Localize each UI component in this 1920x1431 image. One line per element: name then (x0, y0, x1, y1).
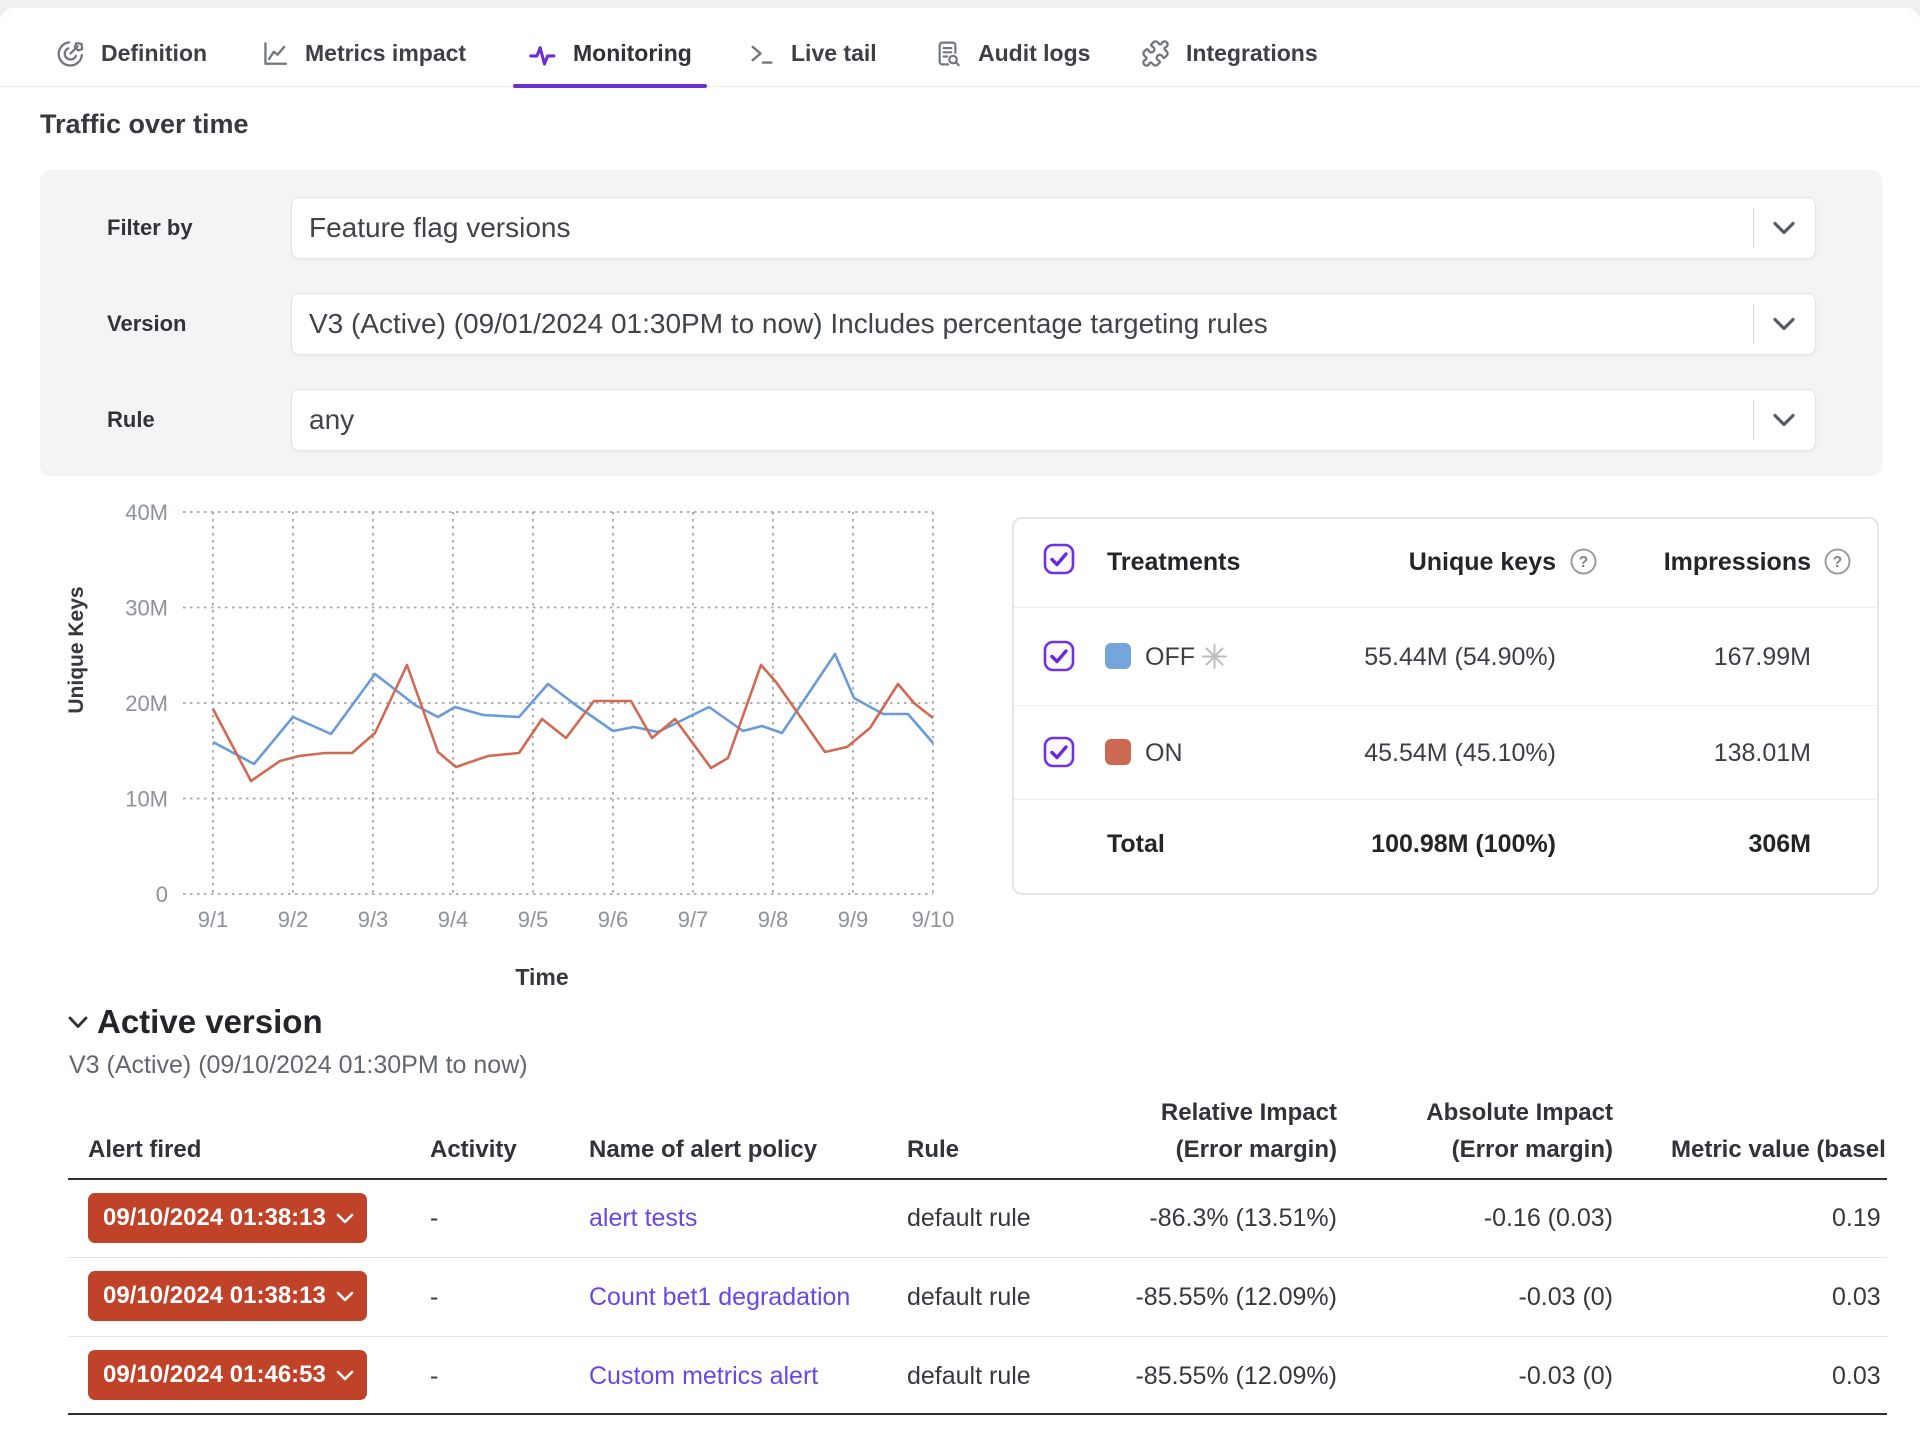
svg-text:Time: Time (515, 964, 568, 990)
svg-text:9/10: 9/10 (912, 907, 955, 932)
svg-text:10M: 10M (125, 787, 168, 812)
svg-text:9/8: 9/8 (758, 907, 789, 932)
svg-text:9/2: 9/2 (278, 907, 309, 932)
svg-text:9/3: 9/3 (358, 907, 389, 932)
svg-text:40M: 40M (125, 500, 168, 525)
svg-text:9/5: 9/5 (518, 907, 549, 932)
svg-text:?: ? (1833, 554, 1842, 571)
svg-text:20M: 20M (125, 691, 168, 716)
svg-text:9/9: 9/9 (838, 907, 869, 932)
svg-text:9/1: 9/1 (198, 907, 229, 932)
svg-text:9/7: 9/7 (678, 907, 709, 932)
svg-text:9/6: 9/6 (598, 907, 629, 932)
svg-text:30M: 30M (125, 596, 168, 621)
svg-text:0: 0 (156, 882, 168, 907)
svg-text:9/4: 9/4 (438, 907, 469, 932)
